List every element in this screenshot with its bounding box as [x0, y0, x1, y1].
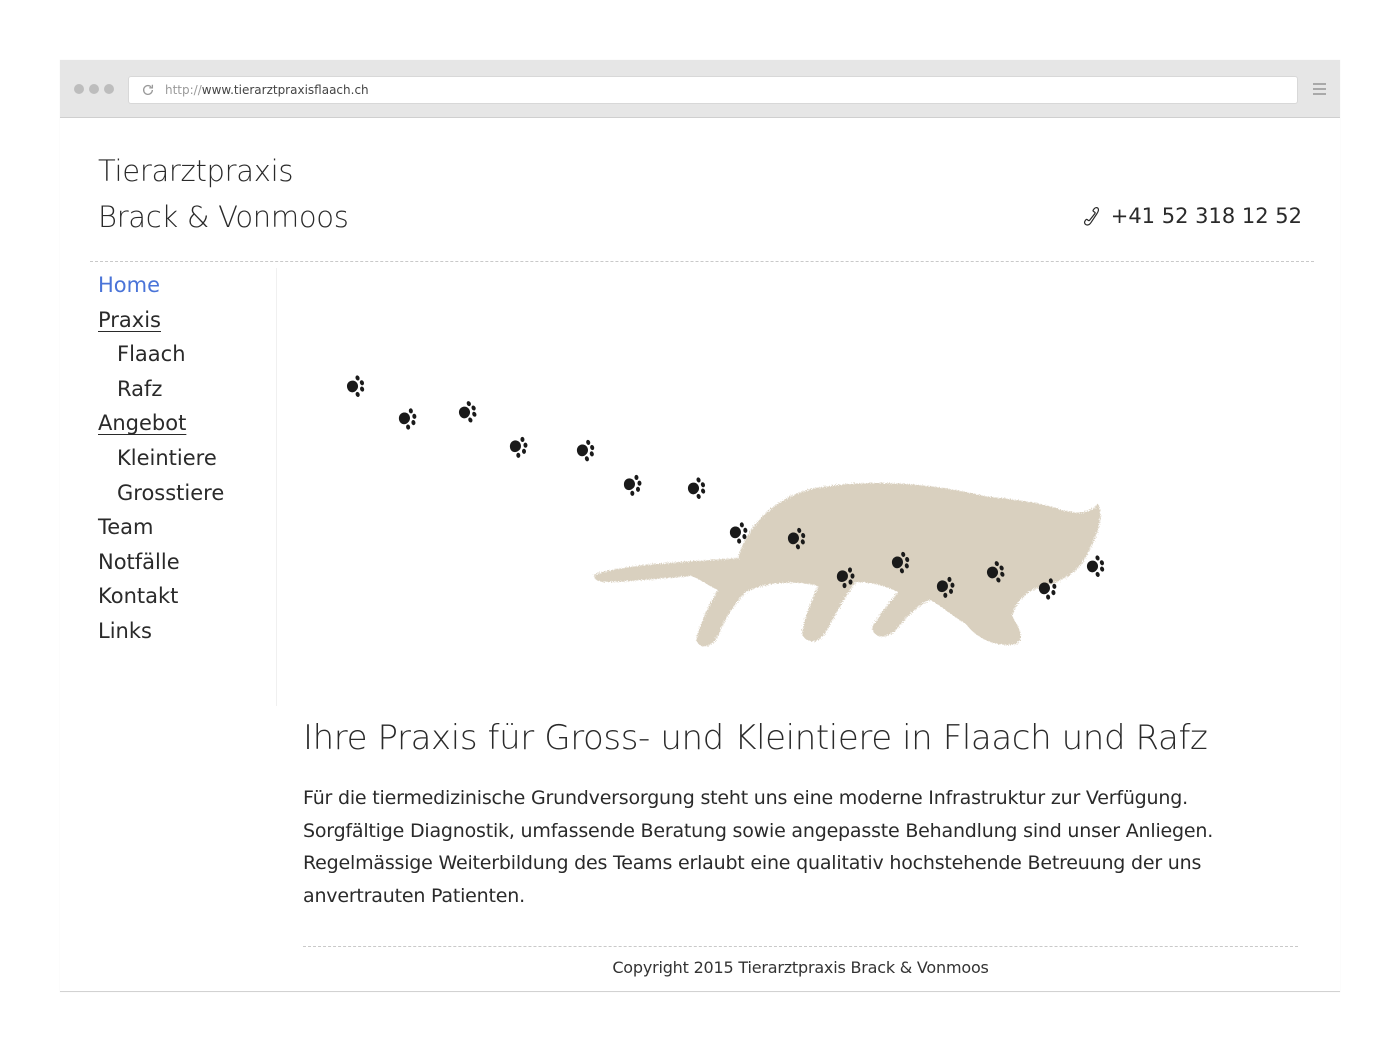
nav-link[interactable]: Notfälle — [98, 550, 180, 574]
web-page: Tierarztpraxis Brack & Vonmoos +41 52 31… — [60, 118, 1340, 990]
browser-toolbar: http://www.tierarztpraxisflaach.ch — [60, 60, 1340, 118]
nav-item-links[interactable]: Links — [98, 614, 276, 649]
url-text[interactable]: http://www.tierarztpraxisflaach.ch — [165, 77, 369, 103]
pawprint-icon — [574, 438, 598, 464]
window-dot-icon[interactable] — [104, 84, 114, 94]
nav-item-angebot[interactable]: Angebot — [98, 406, 276, 441]
hamburger-menu-icon[interactable] — [1313, 83, 1326, 95]
pawprint-icon — [685, 475, 709, 502]
nav-link[interactable]: Flaach — [117, 342, 186, 366]
site-title-line1: Tierarztpraxis — [98, 154, 294, 188]
nav-link[interactable]: Grosstiere — [117, 481, 224, 505]
nav-item-flaach[interactable]: Flaach — [98, 337, 276, 372]
intro-paragraph: Für die tiermedizinische Grundversorgung… — [303, 787, 1214, 907]
phone-contact[interactable]: +41 52 318 12 52 — [1081, 204, 1302, 228]
site-title[interactable]: Tierarztpraxis Brack & Vonmoos — [98, 148, 349, 240]
pawprint-icon — [344, 373, 368, 400]
nav-item-kontakt[interactable]: Kontakt — [98, 579, 276, 614]
pawprint-icon — [1084, 553, 1108, 580]
window-dot-icon[interactable] — [89, 84, 99, 94]
nav-item-grosstiere[interactable]: Grosstiere — [98, 476, 276, 511]
pawprint-icon — [509, 436, 529, 459]
browser-window: http://www.tierarztpraxisflaach.ch Tiera… — [60, 60, 1340, 992]
nav-link[interactable]: Team — [98, 515, 154, 539]
nav-link[interactable]: Praxis — [98, 308, 161, 332]
window-controls — [74, 84, 114, 94]
page-headline: Ihre Praxis für Gross- und Kleintiere in… — [303, 718, 1208, 758]
nav-link[interactable]: Angebot — [98, 411, 186, 435]
address-bar[interactable]: http://www.tierarztpraxisflaach.ch — [128, 76, 1298, 104]
url-host: www.tierarztpraxisflaach.ch — [201, 83, 369, 97]
window-dot-icon[interactable] — [74, 84, 84, 94]
site-title-line2: Brack & Vonmoos — [98, 200, 349, 234]
nav-item-notfaelle[interactable]: Notfälle — [98, 545, 276, 580]
nav-item-praxis[interactable]: Praxis — [98, 303, 276, 338]
pawprint-icon — [623, 474, 643, 497]
reload-icon[interactable] — [141, 83, 155, 97]
nav-link[interactable]: Links — [98, 619, 152, 643]
nav-item-home[interactable]: Home — [98, 268, 276, 303]
copyright-text: Copyright 2015 Tierarztpraxis Brack & Vo… — [612, 958, 989, 977]
nav-item-kleintiere[interactable]: Kleintiere — [98, 441, 276, 476]
url-protocol: http:// — [165, 83, 202, 97]
phone-handset-icon — [1083, 207, 1099, 226]
nav-link[interactable]: Kleintiere — [117, 446, 217, 470]
hero-cat-pawprints-image — [344, 373, 1108, 647]
footer-divider — [303, 946, 1298, 947]
nav-link[interactable]: Rafz — [117, 377, 162, 401]
nav-item-rafz[interactable]: Rafz — [98, 372, 276, 407]
nav-link[interactable]: Home — [98, 273, 160, 297]
nav-link[interactable]: Kontakt — [98, 584, 178, 608]
sidebar-nav: Home Praxis Flaach Rafz Angebot Kleintie… — [98, 268, 277, 706]
phone-number: +41 52 318 12 52 — [1110, 204, 1302, 228]
pawprint-icon — [455, 399, 481, 426]
cat-silhouette — [594, 482, 1101, 647]
header-divider — [90, 261, 1314, 262]
nav-item-team[interactable]: Team — [98, 510, 276, 545]
pawprint-icon — [397, 407, 419, 431]
